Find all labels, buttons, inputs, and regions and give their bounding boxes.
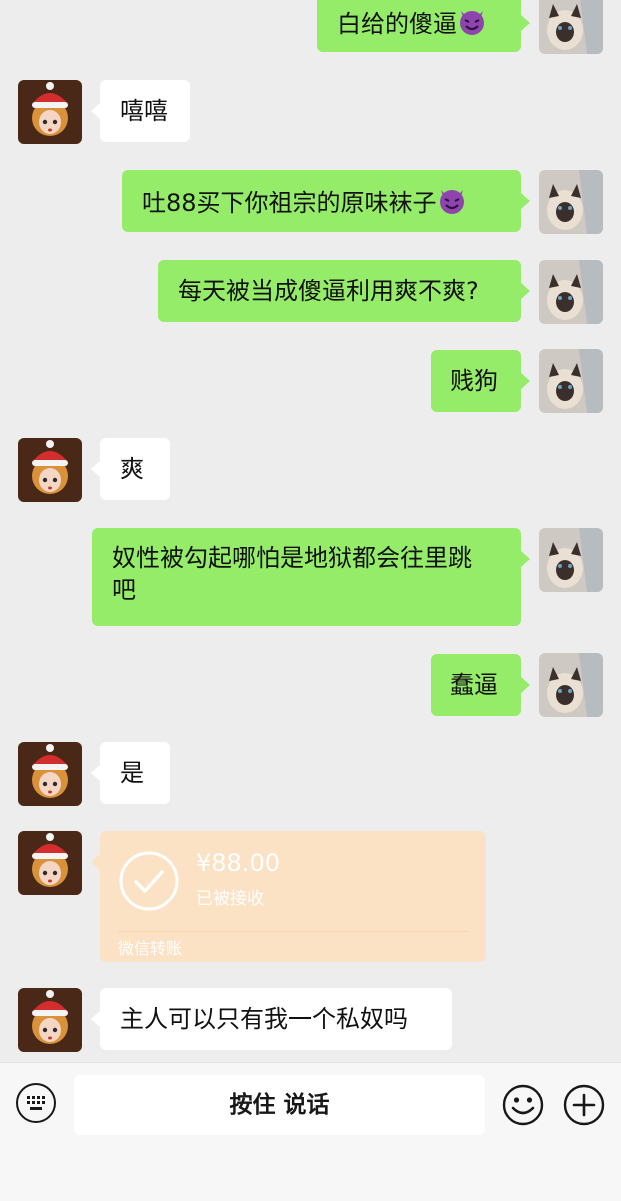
keyboard-icon <box>27 1096 45 1110</box>
outgoing-message[interactable]: 吐88买下你祖宗的原味袜子 <box>122 170 530 232</box>
cat-avatar[interactable] <box>539 170 603 234</box>
outgoing-message[interactable]: 白给的傻逼 <box>317 0 530 52</box>
outgoing-message[interactable]: 奴性被勾起哪怕是地狱都会往里跳 吧 <box>92 528 530 626</box>
hold-to-talk-label: 按住 说话 <box>229 1092 330 1118</box>
chat-input-bar: 按住 说话 <box>0 1062 621 1201</box>
cat-avatar[interactable] <box>539 349 603 413</box>
wechat-transfer-card[interactable]: ¥88.00 已被接收 微信转账 <box>91 831 486 962</box>
more-options-button[interactable] <box>563 1084 605 1126</box>
cat-avatar[interactable] <box>539 260 603 324</box>
smiley-icon <box>502 1084 544 1126</box>
transfer-status: 已被接收 <box>196 889 264 909</box>
cat-avatar[interactable] <box>539 653 603 717</box>
cat-avatar[interactable] <box>539 0 603 54</box>
doll-avatar[interactable] <box>18 80 82 144</box>
transfer-divider <box>118 931 468 932</box>
incoming-message[interactable]: 主人可以只有我一个私奴吗 <box>91 988 452 1050</box>
outgoing-message[interactable]: 蠢逼 <box>431 654 530 716</box>
message-text: 吐88买下你祖宗的原味袜子 <box>142 189 437 217</box>
hold-to-talk-button[interactable]: 按住 说话 <box>74 1075 485 1135</box>
message-text: 嘻嘻 <box>120 97 168 125</box>
message-text: 爽 <box>120 455 144 483</box>
outgoing-message[interactable]: 每天被当成傻逼利用爽不爽? <box>158 260 530 322</box>
doll-avatar[interactable] <box>18 438 82 502</box>
keyboard-toggle-button[interactable] <box>16 1083 56 1123</box>
doll-avatar[interactable] <box>18 742 82 806</box>
message-text: 贱狗 <box>450 367 498 395</box>
incoming-message[interactable]: 爽 <box>91 438 170 500</box>
devil-emoji-icon <box>460 11 484 35</box>
devil-emoji-icon <box>439 190 464 214</box>
incoming-message[interactable]: 嘻嘻 <box>91 80 190 142</box>
transfer-amount: ¥88.00 <box>196 849 280 877</box>
message-text: 是 <box>120 759 144 787</box>
incoming-message[interactable]: 是 <box>91 742 170 804</box>
message-text-line: 吧 <box>112 576 136 604</box>
emoji-button[interactable] <box>502 1084 544 1126</box>
message-text: 蠢逼 <box>450 671 498 699</box>
transfer-footer: 微信转账 <box>118 939 183 958</box>
cat-avatar[interactable] <box>539 528 603 592</box>
message-text: 白给的傻逼 <box>337 10 457 38</box>
outgoing-message[interactable]: 贱狗 <box>431 350 530 412</box>
message-text: 主人可以只有我一个私奴吗 <box>120 1005 408 1033</box>
plus-circle-icon <box>563 1084 605 1126</box>
doll-avatar[interactable] <box>18 831 82 895</box>
doll-avatar[interactable] <box>18 988 82 1052</box>
message-text: 每天被当成傻逼利用爽不爽? <box>178 277 479 305</box>
checkmark-circle-icon <box>119 851 179 911</box>
message-text-line: 奴性被勾起哪怕是地狱都会往里跳 <box>112 544 472 572</box>
